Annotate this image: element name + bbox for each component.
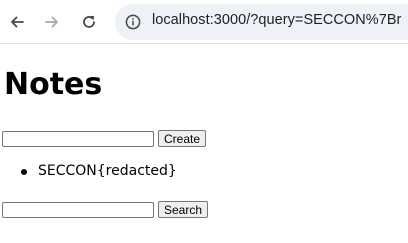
note-input[interactable]: [2, 131, 154, 147]
info-icon[interactable]: [125, 14, 141, 30]
reload-button[interactable]: [78, 11, 100, 33]
bullet-icon: [21, 169, 27, 175]
address-bar[interactable]: localhost:3000/?query=SECCON%7Br: [115, 4, 408, 40]
page-title: Notes: [4, 67, 103, 102]
search-button[interactable]: Search: [158, 201, 209, 218]
create-button[interactable]: Create: [158, 130, 207, 147]
back-button[interactable]: [6, 11, 28, 33]
arrow-left-icon: [11, 16, 24, 28]
forward-button[interactable]: [41, 11, 63, 33]
page-content: Notes Create SECCON{redacted} Search: [0, 45, 408, 243]
search-input[interactable]: [2, 202, 154, 218]
note-text: SECCON{redacted}: [38, 163, 177, 179]
browser-toolbar: localhost:3000/?query=SECCON%7Br: [0, 0, 408, 44]
reload-icon: [83, 15, 95, 28]
arrow-right-icon: [45, 16, 58, 28]
url-text[interactable]: localhost:3000/?query=SECCON%7Br: [152, 12, 401, 28]
